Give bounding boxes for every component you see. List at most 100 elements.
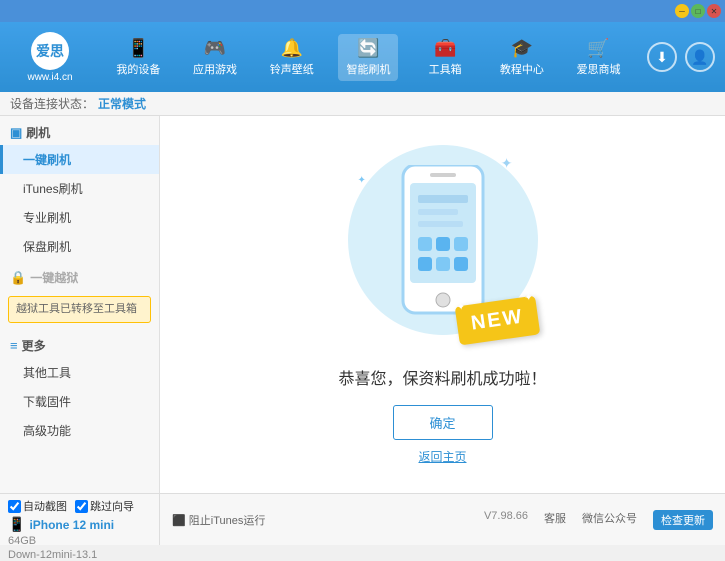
flash-section-title: 刷机 (26, 124, 50, 141)
header-right-buttons: ⬇ 👤 (647, 42, 715, 72)
nav-apps-games[interactable]: 🎮 应用游戏 (185, 34, 245, 81)
other-tools-label: 其他工具 (23, 366, 71, 380)
itunes-flash-label: iTunes刷机 (23, 182, 83, 196)
my-device-icon: 📱 (127, 38, 149, 59)
shop-icon: 🛒 (587, 38, 609, 59)
sidebar-item-one-key-flash[interactable]: 一键刷机 (0, 145, 159, 174)
nav-ringtone[interactable]: 🔔 铃声壁纸 (262, 34, 322, 81)
download-firmware-label: 下载固件 (23, 395, 71, 409)
jailbreak-notice: 越狱工具已转移至工具箱 (8, 296, 151, 323)
advanced-label: 高级功能 (23, 424, 71, 438)
logo-icon: 爱思 (36, 41, 64, 61)
jailbreak-section-title: 一键越狱 (30, 269, 78, 286)
check-update-button[interactable]: 检查更新 (653, 510, 713, 530)
smart-flash-icon: 🔄 (357, 38, 379, 59)
skip-wizard-label: 跳过向导 (90, 498, 134, 514)
sidebar-item-itunes-flash[interactable]: iTunes刷机 (0, 174, 159, 203)
auto-screenshot-input[interactable] (8, 500, 21, 513)
ringtone-label: 铃声壁纸 (270, 61, 314, 77)
my-device-label: 我的设备 (116, 61, 160, 77)
footer-right-panel: ⬛ 阻止iTunes运行 V7.98.66 客服 微信公众号 检查更新 (160, 494, 725, 545)
apps-label: 应用游戏 (193, 61, 237, 77)
sidebar: ▣ 刷机 一键刷机 iTunes刷机 专业刷机 保盘刷机 🔒 一键越狱 越狱工具… (0, 116, 160, 493)
apps-icon: 🎮 (204, 38, 226, 59)
tutorial-icon: 🎓 (511, 38, 533, 59)
user-button[interactable]: 👤 (685, 42, 715, 72)
status-label: 设备连接状态： (10, 95, 94, 112)
one-key-flash-label: 一键刷机 (23, 153, 71, 167)
sidebar-item-save-flash[interactable]: 保盘刷机 (0, 232, 159, 261)
main-content: NEW ✦ ✦ ✦ ✦ 恭喜您，保资料刷机成功啦！ 确定 返回主页 (160, 116, 725, 493)
flash-section-icon: ▣ (10, 125, 22, 141)
nav-my-device[interactable]: 📱 我的设备 (108, 34, 168, 81)
minimize-button[interactable]: ─ (675, 4, 689, 18)
sidebar-section-jailbreak: 🔒 一键越狱 (0, 261, 159, 290)
ringtone-icon: 🔔 (281, 38, 303, 59)
device-version-text: Down-12mini-13.1 (8, 549, 97, 561)
stop-itunes-section: ⬛ 阻止iTunes运行 (172, 512, 265, 528)
auto-screenshot-label: 自动截图 (23, 498, 67, 514)
footer-device-panel: 自动截图 跳过向导 📱 iPhone 12 mini 64GB Down-12m… (0, 494, 160, 545)
device-line: 📱 iPhone 12 mini (8, 516, 151, 533)
nav-tutorial[interactable]: 🎓 教程中心 (492, 34, 552, 81)
title-bar: ─ □ ✕ (0, 0, 725, 22)
phone-illustration: NEW ✦ ✦ ✦ ✦ (343, 145, 543, 345)
toolbox-label: 工具箱 (429, 61, 462, 77)
device-storage-text: 64GB (8, 535, 36, 547)
device-version: Down-12mini-13.1 (8, 547, 151, 561)
sparkle-right: ✦ (524, 291, 534, 303)
status-bar: 设备连接状态： 正常模式 (0, 92, 725, 116)
sidebar-item-other-tools[interactable]: 其他工具 (0, 358, 159, 387)
sparkle-left: ✦ (456, 301, 466, 313)
new-badge-text: NEW (469, 305, 524, 334)
sidebar-section-flash: ▣ 刷机 (0, 116, 159, 145)
sparkle-left-mid: ✦ (358, 175, 366, 186)
footer-links: V7.98.66 客服 微信公众号 检查更新 (484, 510, 713, 530)
logo-url: www.i4.cn (27, 72, 72, 83)
wechat-public-link[interactable]: 微信公众号 (582, 510, 637, 530)
confirm-button[interactable]: 确定 (393, 405, 493, 440)
auto-screenshot-checkbox[interactable]: 自动截图 (8, 498, 67, 514)
jailbreak-icon: 🔒 (10, 270, 26, 286)
nav-smart-flash[interactable]: 🔄 智能刷机 (338, 34, 398, 81)
device-phone-icon: 📱 (8, 516, 25, 533)
logo[interactable]: 爱思 www.i4.cn (10, 32, 90, 83)
sidebar-item-pro-flash[interactable]: 专业刷机 (0, 203, 159, 232)
footer-checkboxes: 自动截图 跳过向导 (8, 498, 151, 514)
smart-flash-label: 智能刷机 (346, 61, 390, 77)
status-value: 正常模式 (98, 95, 146, 112)
skip-wizard-checkbox[interactable]: 跳过向导 (75, 498, 134, 514)
stop-itunes-text: ⬛ 阻止iTunes运行 (172, 515, 265, 527)
skip-wizard-input[interactable] (75, 500, 88, 513)
logo-circle: 爱思 (31, 32, 69, 70)
sidebar-section-more: ≡ 更多 (0, 329, 159, 358)
pro-flash-label: 专业刷机 (23, 211, 71, 225)
shop-label: 爱思商城 (577, 61, 621, 77)
success-message: 恭喜您，保资料刷机成功啦！ (338, 365, 546, 389)
maximize-button[interactable]: □ (691, 4, 705, 18)
tutorial-label: 教程中心 (500, 61, 544, 77)
save-flash-label: 保盘刷机 (23, 240, 71, 254)
sidebar-item-advanced[interactable]: 高级功能 (0, 416, 159, 445)
sparkle-top-right: ✦ (501, 155, 513, 172)
version-text: V7.98.66 (484, 510, 528, 530)
nav-shop[interactable]: 🛒 爱思商城 (569, 34, 629, 81)
more-section-title: 更多 (22, 337, 46, 354)
app-footer: 自动截图 跳过向导 📱 iPhone 12 mini 64GB Down-12m… (0, 493, 725, 545)
nav-toolbox[interactable]: 🧰 工具箱 (415, 34, 475, 81)
jailbreak-notice-text: 越狱工具已转移至工具箱 (16, 303, 137, 315)
device-name: iPhone 12 mini (29, 518, 114, 532)
download-button[interactable]: ⬇ (647, 42, 677, 72)
sidebar-item-download-firmware[interactable]: 下载固件 (0, 387, 159, 416)
phone-svg (398, 165, 488, 325)
nav-bar: 📱 我的设备 🎮 应用游戏 🔔 铃声壁纸 🔄 智能刷机 🧰 工具箱 🎓 教程中心… (100, 34, 637, 81)
close-button[interactable]: ✕ (707, 4, 721, 18)
main-layout: ▣ 刷机 一键刷机 iTunes刷机 专业刷机 保盘刷机 🔒 一键越狱 越狱工具… (0, 116, 725, 493)
toolbox-icon: 🧰 (434, 38, 456, 59)
more-section-icon: ≡ (10, 338, 18, 353)
header: 爱思 www.i4.cn 📱 我的设备 🎮 应用游戏 🔔 铃声壁纸 🔄 智能刷机… (0, 22, 725, 92)
return-link[interactable]: 返回主页 (418, 448, 466, 465)
device-storage: 64GB (8, 533, 151, 547)
window-controls: ─ □ ✕ (675, 4, 721, 18)
customer-service-link[interactable]: 客服 (544, 510, 566, 530)
